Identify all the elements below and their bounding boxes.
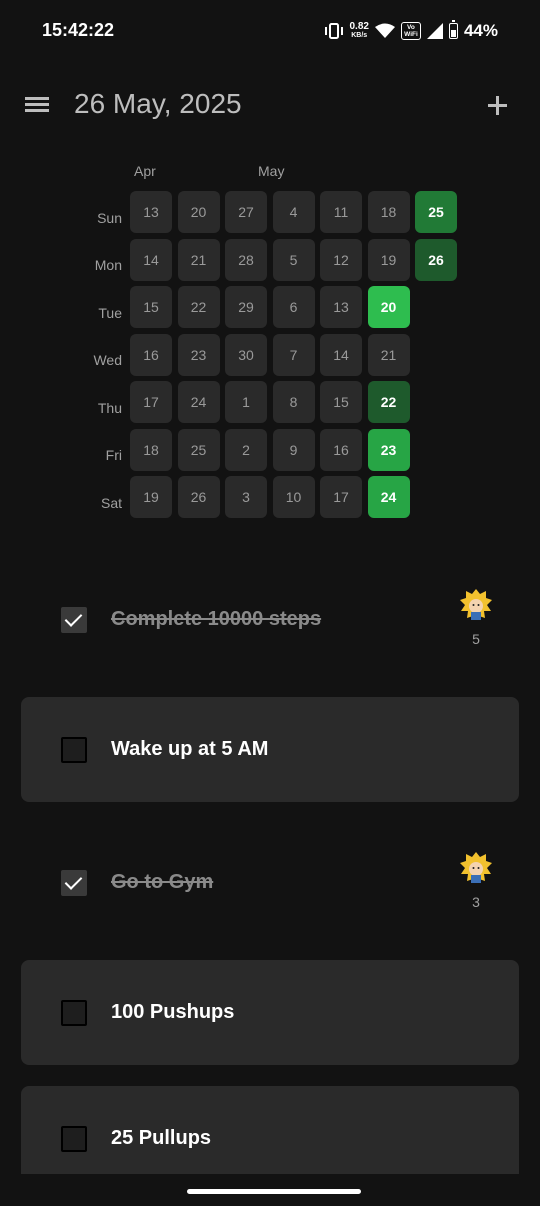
heatmap-day-cell[interactable]: 14 — [320, 333, 362, 376]
month-label-may: May — [258, 163, 285, 179]
vowifi-icon: Vo WiFi — [400, 22, 421, 40]
heatmap-day-cell[interactable]: 9 — [272, 428, 315, 471]
heatmap-day-cell[interactable]: 19 — [130, 476, 172, 518]
heatmap-day-cell[interactable]: 24 — [177, 381, 220, 423]
page-title: 26 May, 2025 — [74, 88, 242, 119]
task-checkbox[interactable] — [61, 1000, 87, 1026]
task-label: Go to Gym — [111, 871, 214, 893]
battery-icon — [448, 20, 458, 39]
weekday-label: Fri — [105, 447, 122, 463]
heatmap-day-cell[interactable]: 25 — [177, 428, 220, 471]
status-time: 15:42:22 — [42, 20, 115, 40]
heatmap-day-cell[interactable]: 15 — [320, 381, 362, 423]
heatmap-day-cell[interactable]: 30 — [225, 333, 267, 376]
task-item[interactable]: Complete 10000 steps 5 — [21, 570, 519, 670]
weekday-label: Sat — [100, 495, 122, 511]
habit-heatmap: Apr May Sun Mon Tue Wed Thu Fri Sat 13 14… — [0, 160, 540, 530]
heatmap-day-cell[interactable]: 22 — [367, 381, 410, 423]
status-bar: 15:42:22 0.82 KB/s Vo WiFi 44% — [0, 0, 540, 62]
app-header: 26 May, 2025 — [0, 80, 540, 130]
vowifi-bottom: WiFi — [404, 31, 418, 38]
task-item[interactable]: Go to Gym 3 — [21, 833, 519, 933]
heatmap-day-cell[interactable]: 26 — [415, 238, 457, 281]
heatmap-day-cell[interactable]: 21 — [367, 333, 410, 376]
heatmap-day-cell[interactable]: 19 — [367, 238, 410, 281]
task-checkbox[interactable] — [61, 607, 87, 633]
task-checkbox[interactable] — [61, 870, 87, 896]
heatmap-day-cell[interactable]: 25 — [415, 191, 457, 233]
heatmap-day-cell[interactable]: 17 — [130, 381, 172, 423]
heatmap-day-cell[interactable]: 11 — [320, 191, 362, 233]
heatmap-day-cell[interactable]: 17 — [320, 476, 362, 518]
heatmap-day-cell[interactable]: 14 — [130, 238, 172, 281]
month-label-apr: Apr — [134, 163, 156, 179]
heatmap-day-cell[interactable]: 28 — [225, 238, 267, 281]
battery-percent: 44% — [463, 21, 498, 40]
heatmap-day-cell[interactable]: 23 — [177, 333, 220, 376]
heatmap-day-cell[interactable]: 13 — [130, 191, 172, 233]
heatmap-day-cell[interactable]: 20 — [177, 191, 220, 233]
heatmap-day-cell[interactable]: 3 — [225, 476, 267, 518]
heatmap-day-cell[interactable]: 16 — [320, 428, 362, 471]
network-speed-unit: KB/s — [351, 32, 368, 39]
weekday-label: Mon — [94, 257, 122, 273]
heatmap-day-cell[interactable]: 24 — [367, 476, 410, 518]
hamburger-menu-icon[interactable] — [22, 92, 52, 118]
weekday-label: Thu — [97, 400, 122, 416]
network-speed-value: 0.82 — [349, 21, 369, 32]
heatmap-day-cell[interactable]: 10 — [272, 476, 315, 518]
super-saiyan-avatar-icon — [460, 852, 492, 883]
gesture-nav-handle[interactable] — [187, 1189, 361, 1194]
task-item[interactable]: Wake up at 5 AM — [21, 697, 519, 802]
heatmap-day-cell[interactable]: 20 — [367, 286, 410, 328]
heatmap-day-cell[interactable]: 18 — [130, 428, 172, 471]
task-item[interactable]: 25 Pullups — [21, 1086, 519, 1174]
heatmap-day-cell[interactable]: 15 — [130, 286, 172, 328]
super-saiyan-avatar-icon — [460, 589, 492, 620]
heatmap-day-cell[interactable]: 21 — [177, 238, 220, 281]
status-icons: 0.82 KB/s Vo WiFi 44% — [324, 18, 498, 44]
heatmap-day-cell[interactable]: 16 — [130, 333, 172, 376]
heatmap-day-cell[interactable]: 22 — [177, 286, 220, 328]
wifi-icon — [374, 23, 395, 38]
weekday-label: Wed — [93, 352, 122, 368]
task-label: 25 Pullups — [111, 1127, 212, 1149]
weekday-label: Tue — [98, 305, 122, 321]
heatmap-day-cell[interactable]: 7 — [272, 333, 315, 376]
vibrate-icon — [324, 23, 343, 39]
heatmap-day-cell[interactable]: 2 — [225, 428, 267, 471]
streak-count: 3 — [472, 894, 480, 910]
task-checkbox[interactable] — [61, 1126, 87, 1152]
streak-count: 5 — [472, 631, 480, 647]
network-speed: 0.82 KB/s — [350, 22, 369, 40]
heatmap-day-cell[interactable]: 4 — [272, 191, 315, 233]
heatmap-day-cell[interactable]: 27 — [225, 191, 267, 233]
heatmap-day-cell[interactable]: 13 — [320, 286, 362, 328]
weekday-label: Sun — [97, 210, 122, 226]
signal-icon — [426, 23, 443, 39]
heatmap-day-cell[interactable]: 5 — [272, 238, 315, 281]
heatmap-day-cell[interactable]: 8 — [272, 381, 315, 423]
task-label: Complete 10000 steps — [111, 608, 322, 630]
heatmap-day-cell[interactable]: 6 — [272, 286, 315, 328]
task-label: 100 Pushups — [111, 1001, 235, 1023]
heatmap-day-cell[interactable]: 18 — [367, 191, 410, 233]
task-label: Wake up at 5 AM — [111, 738, 269, 760]
heatmap-day-cell[interactable]: 23 — [367, 428, 410, 471]
plus-icon[interactable] — [480, 88, 514, 122]
heatmap-day-cell[interactable]: 29 — [225, 286, 267, 328]
task-item[interactable]: 100 Pushups — [21, 960, 519, 1065]
vowifi-top: Vo — [407, 24, 415, 31]
heatmap-day-cell[interactable]: 12 — [320, 238, 362, 281]
heatmap-day-cell[interactable]: 1 — [225, 381, 267, 423]
task-checkbox[interactable] — [61, 737, 87, 763]
heatmap-day-cell[interactable]: 26 — [177, 476, 220, 518]
